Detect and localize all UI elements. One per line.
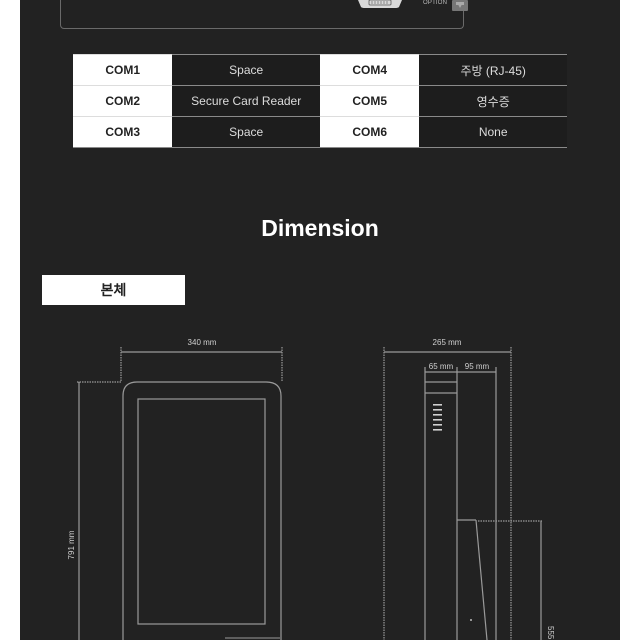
side-depth-label: 265 mm [433,338,462,347]
dimension-drawing: 340 mm 791 mm 265 mm 65 mm 95 mm 555 [67,338,555,640]
side-segment2-label: 95 mm [465,362,490,371]
side-segment1-label: 65 mm [429,362,454,371]
speaker-grille-icon [433,404,442,431]
front-view [77,347,283,640]
front-height-label: 791 mm [67,530,76,559]
kiosk-body-outline [122,381,282,640]
side-view [383,347,543,640]
side-lower-height-label: 555 [546,626,555,640]
front-width-label: 340 mm [188,338,217,347]
kiosk-screen-outline [137,398,266,625]
